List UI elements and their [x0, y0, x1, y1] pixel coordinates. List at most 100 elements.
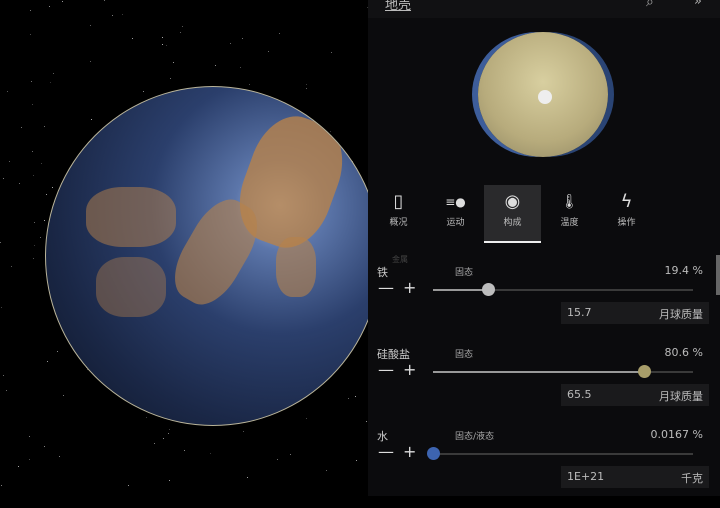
star — [19, 183, 21, 185]
star — [278, 33, 280, 35]
bookmark-icon: ▯ — [393, 191, 404, 212]
mass-input[interactable]: 65.5 月球质量 — [561, 384, 709, 406]
star — [46, 361, 48, 363]
star — [229, 42, 231, 44]
star — [31, 80, 33, 82]
star — [289, 453, 291, 455]
star — [267, 51, 269, 53]
star — [0, 241, 2, 243]
composition-icon: ◉ — [504, 191, 521, 212]
material-slider[interactable] — [433, 365, 693, 378]
material-slider[interactable] — [427, 447, 693, 460]
tab-label: 操作 — [617, 218, 636, 228]
star — [91, 119, 93, 121]
star — [348, 398, 350, 400]
tab-overview[interactable]: ▯ 概况 — [370, 185, 427, 243]
mass-value: 15.7 — [567, 306, 592, 319]
star — [242, 431, 244, 433]
star — [28, 435, 30, 437]
star — [162, 37, 164, 39]
star — [18, 465, 20, 467]
tab-temperature[interactable]: 🌡 温度 — [541, 185, 598, 243]
star — [209, 453, 211, 455]
star — [165, 44, 167, 46]
star — [56, 350, 58, 352]
thermometer-icon: 🌡 — [560, 194, 579, 210]
star — [30, 33, 32, 35]
star — [8, 160, 10, 162]
core-sphere — [538, 90, 552, 104]
motion-icon: ≡● — [445, 195, 466, 209]
star — [331, 52, 333, 53]
star — [167, 432, 169, 434]
decrease-button[interactable]: — — [378, 442, 394, 461]
star — [43, 125, 45, 127]
decrease-button[interactable]: — — [378, 360, 394, 379]
material-state: 固态 — [455, 350, 474, 360]
tab-composition[interactable]: ◉ 构成 — [484, 185, 541, 243]
material-state: 固态/液态 — [455, 432, 495, 442]
material-percent: 80.6 % — [664, 346, 703, 359]
star — [6, 90, 8, 92]
panel-header: 地壳 ⌕ » — [368, 0, 720, 18]
panel-title[interactable]: 地壳 — [385, 0, 411, 13]
slider-thumb[interactable] — [637, 365, 651, 378]
star — [277, 458, 279, 460]
star — [305, 88, 307, 90]
star — [52, 72, 54, 74]
star — [58, 456, 60, 458]
mass-unit: 月球质量 — [659, 390, 703, 403]
star — [366, 420, 368, 422]
chevrons-icon[interactable]: » — [694, 0, 702, 9]
mass-input[interactable]: 15.7 月球质量 — [561, 302, 709, 324]
slider-thumb[interactable] — [481, 283, 495, 296]
tab-actions[interactable]: ϟ 操作 — [598, 185, 655, 243]
star — [32, 151, 34, 153]
tab-label: 构成 — [503, 218, 522, 228]
star — [121, 13, 123, 15]
decrease-button[interactable]: — — [378, 278, 394, 297]
star — [33, 221, 35, 223]
star — [2, 178, 4, 180]
star — [240, 67, 242, 69]
star — [45, 193, 47, 195]
slider-thumb[interactable] — [427, 447, 440, 460]
star — [169, 429, 171, 431]
material-slider[interactable] — [433, 283, 693, 296]
star — [355, 396, 357, 398]
star — [31, 104, 33, 106]
star — [62, 394, 64, 396]
star — [1, 307, 3, 309]
star — [6, 389, 8, 391]
star — [143, 91, 145, 93]
space-viewport[interactable] — [0, 0, 381, 496]
star — [246, 476, 248, 478]
tab-motion[interactable]: ≡● 运动 — [427, 185, 484, 243]
material-percent: 19.4 % — [664, 264, 703, 277]
star — [1, 485, 3, 487]
planet-view[interactable] — [45, 86, 381, 426]
star — [89, 25, 91, 27]
material-state: 固态 — [455, 268, 474, 278]
star — [30, 10, 32, 12]
star — [162, 44, 164, 46]
star — [90, 60, 92, 62]
star — [41, 162, 43, 164]
increase-button[interactable]: + — [403, 442, 416, 461]
star — [145, 417, 147, 419]
search-icon[interactable]: ⌕ — [646, 0, 654, 10]
star — [132, 38, 134, 40]
star — [356, 459, 358, 461]
star — [29, 459, 31, 461]
star — [183, 449, 185, 451]
tab-label: 概况 — [389, 218, 408, 228]
increase-button[interactable]: + — [403, 278, 416, 297]
increase-button[interactable]: + — [403, 360, 416, 379]
star — [305, 418, 307, 420]
star — [163, 437, 165, 439]
star — [168, 479, 170, 481]
mass-value: 65.5 — [567, 388, 592, 401]
mass-input[interactable]: 1E+21 千克 — [561, 466, 709, 488]
lightning-icon: ϟ — [620, 191, 633, 212]
star — [33, 257, 35, 259]
